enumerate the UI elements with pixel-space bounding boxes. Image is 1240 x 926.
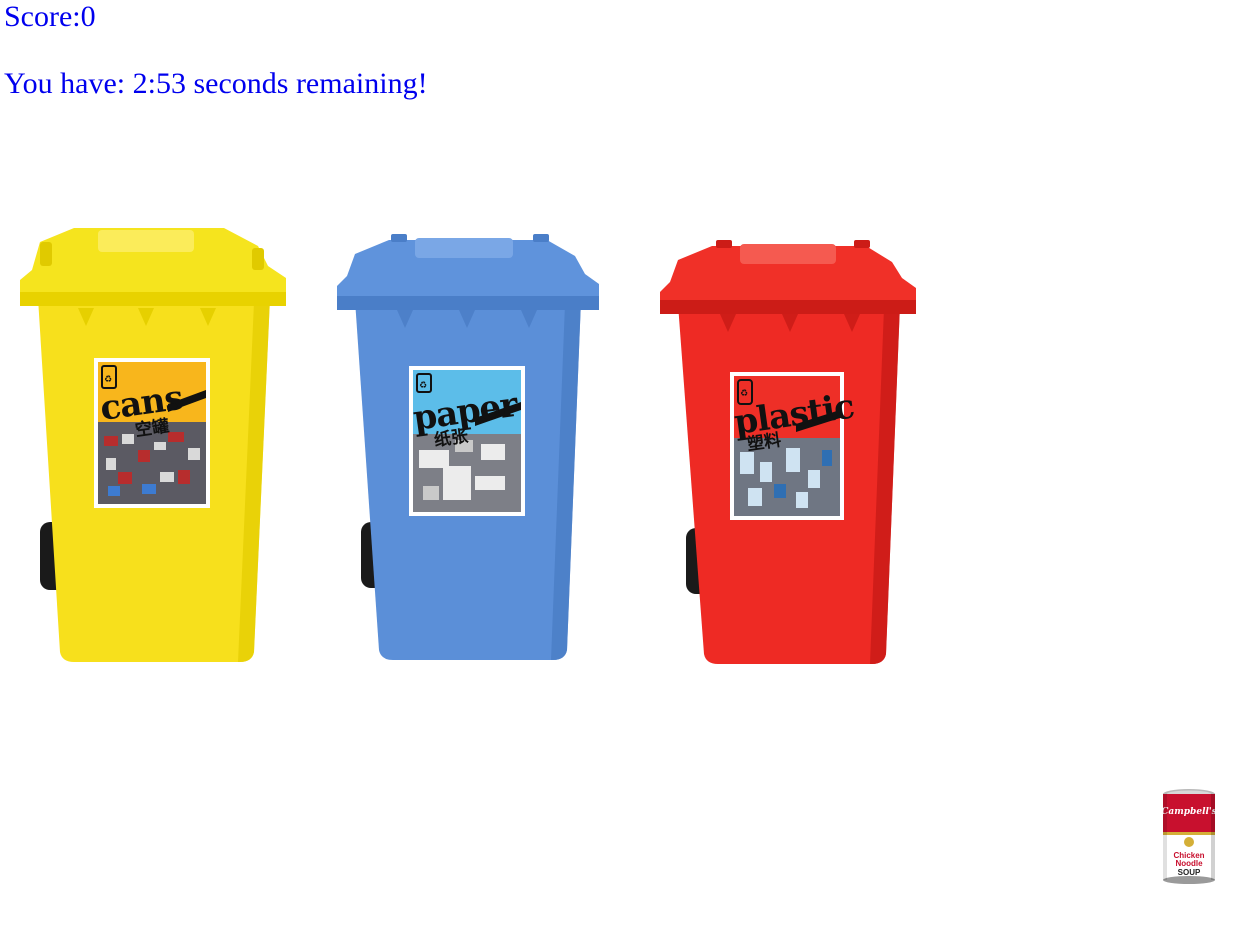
- bin-cans[interactable]: ♻ cans 空罐: [18, 222, 290, 668]
- soup-line2: Noodle: [1175, 859, 1203, 868]
- svg-text:♻: ♻: [740, 389, 748, 399]
- timer-display: You have: 2:53 seconds remaining!: [4, 67, 428, 100]
- soup-line3: SOUP: [1178, 868, 1201, 877]
- bin-plastic[interactable]: ♻ plastic 塑料: [656, 238, 920, 670]
- yellow-bin-icon: ♻ cans 空罐: [20, 228, 286, 662]
- soup-can-item[interactable]: Campbell's Chicken Noodle SOUP: [1160, 788, 1218, 888]
- soup-can-icon: Campbell's Chicken Noodle SOUP: [1161, 789, 1217, 884]
- red-bin-icon: ♻ plastic 塑料: [660, 240, 916, 664]
- soup-brand-text: Campbell's: [1161, 807, 1217, 817]
- svg-text:♻: ♻: [104, 375, 112, 385]
- blue-bin-icon: ♻ paper 纸张: [337, 234, 599, 660]
- bin-paper[interactable]: ♻ paper 纸张: [335, 230, 603, 666]
- score-display: Score:0: [4, 0, 96, 33]
- svg-text:♻: ♻: [419, 381, 427, 391]
